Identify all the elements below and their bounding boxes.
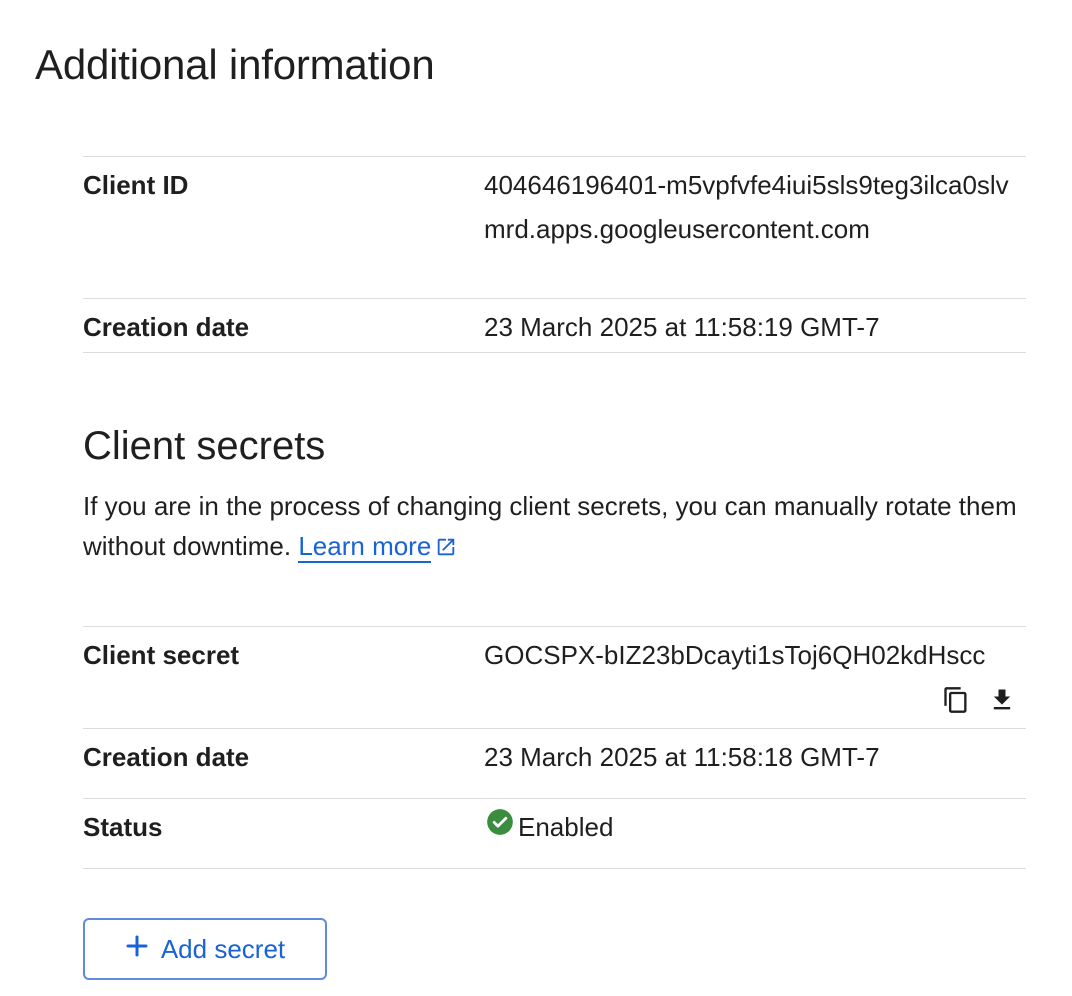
client-secrets-title: Client secrets xyxy=(83,424,326,468)
client-secrets-description: If you are in the process of changing cl… xyxy=(83,486,1026,569)
secret-creation-date-row: Creation date 23 March 2025 at 11:58:18 … xyxy=(83,729,1026,799)
secret-creation-date-value: 23 March 2025 at 11:58:18 GMT-7 xyxy=(484,742,880,772)
learn-more-link[interactable]: Learn more xyxy=(298,531,432,563)
status-label: Status xyxy=(83,812,163,842)
client-id-value: 404646196401-m5vpfvfe4iui5sls9teg3ilca0s… xyxy=(484,170,1009,244)
status-text: Enabled xyxy=(518,812,614,842)
client-info-table: Client ID 404646196401-m5vpfvfe4iui5sls9… xyxy=(83,156,1026,353)
status-badge: Enabled xyxy=(484,805,1026,849)
client-secret-row: Client secret GOCSPX-bIZ23bDcayti1sToj6Q… xyxy=(83,627,1026,729)
content-panel: Client ID 404646196401-m5vpfvfe4iui5sls9… xyxy=(83,156,1026,980)
page-title: Additional information xyxy=(35,41,435,88)
external-link-icon[interactable] xyxy=(435,529,457,569)
check-circle-icon xyxy=(486,805,514,849)
add-secret-button[interactable]: Add secret xyxy=(83,918,327,980)
client-secret-label: Client secret xyxy=(83,640,240,670)
client-secret-table: Client secret GOCSPX-bIZ23bDcayti1sToj6Q… xyxy=(83,626,1026,869)
creation-date-label: Creation date xyxy=(83,312,250,342)
secret-actions xyxy=(942,683,1016,717)
plus-icon xyxy=(125,934,149,965)
download-icon[interactable] xyxy=(988,683,1016,717)
status-row: Status Enabled xyxy=(83,799,1026,869)
creation-date-row: Creation date 23 March 2025 at 11:58:19 … xyxy=(83,299,1026,353)
description-text: If you are in the process of changing cl… xyxy=(83,491,1017,561)
learn-more-label: Learn more xyxy=(298,531,432,561)
status-value-cell: Enabled xyxy=(484,799,1026,868)
client-id-label: Client ID xyxy=(83,170,189,200)
creation-date-value: 23 March 2025 at 11:58:19 GMT-7 xyxy=(484,312,880,342)
copy-icon[interactable] xyxy=(942,683,970,717)
add-secret-label: Add secret xyxy=(160,933,286,964)
client-id-row: Client ID 404646196401-m5vpfvfe4iui5sls9… xyxy=(83,157,1026,299)
secret-creation-date-label: Creation date xyxy=(83,742,250,772)
